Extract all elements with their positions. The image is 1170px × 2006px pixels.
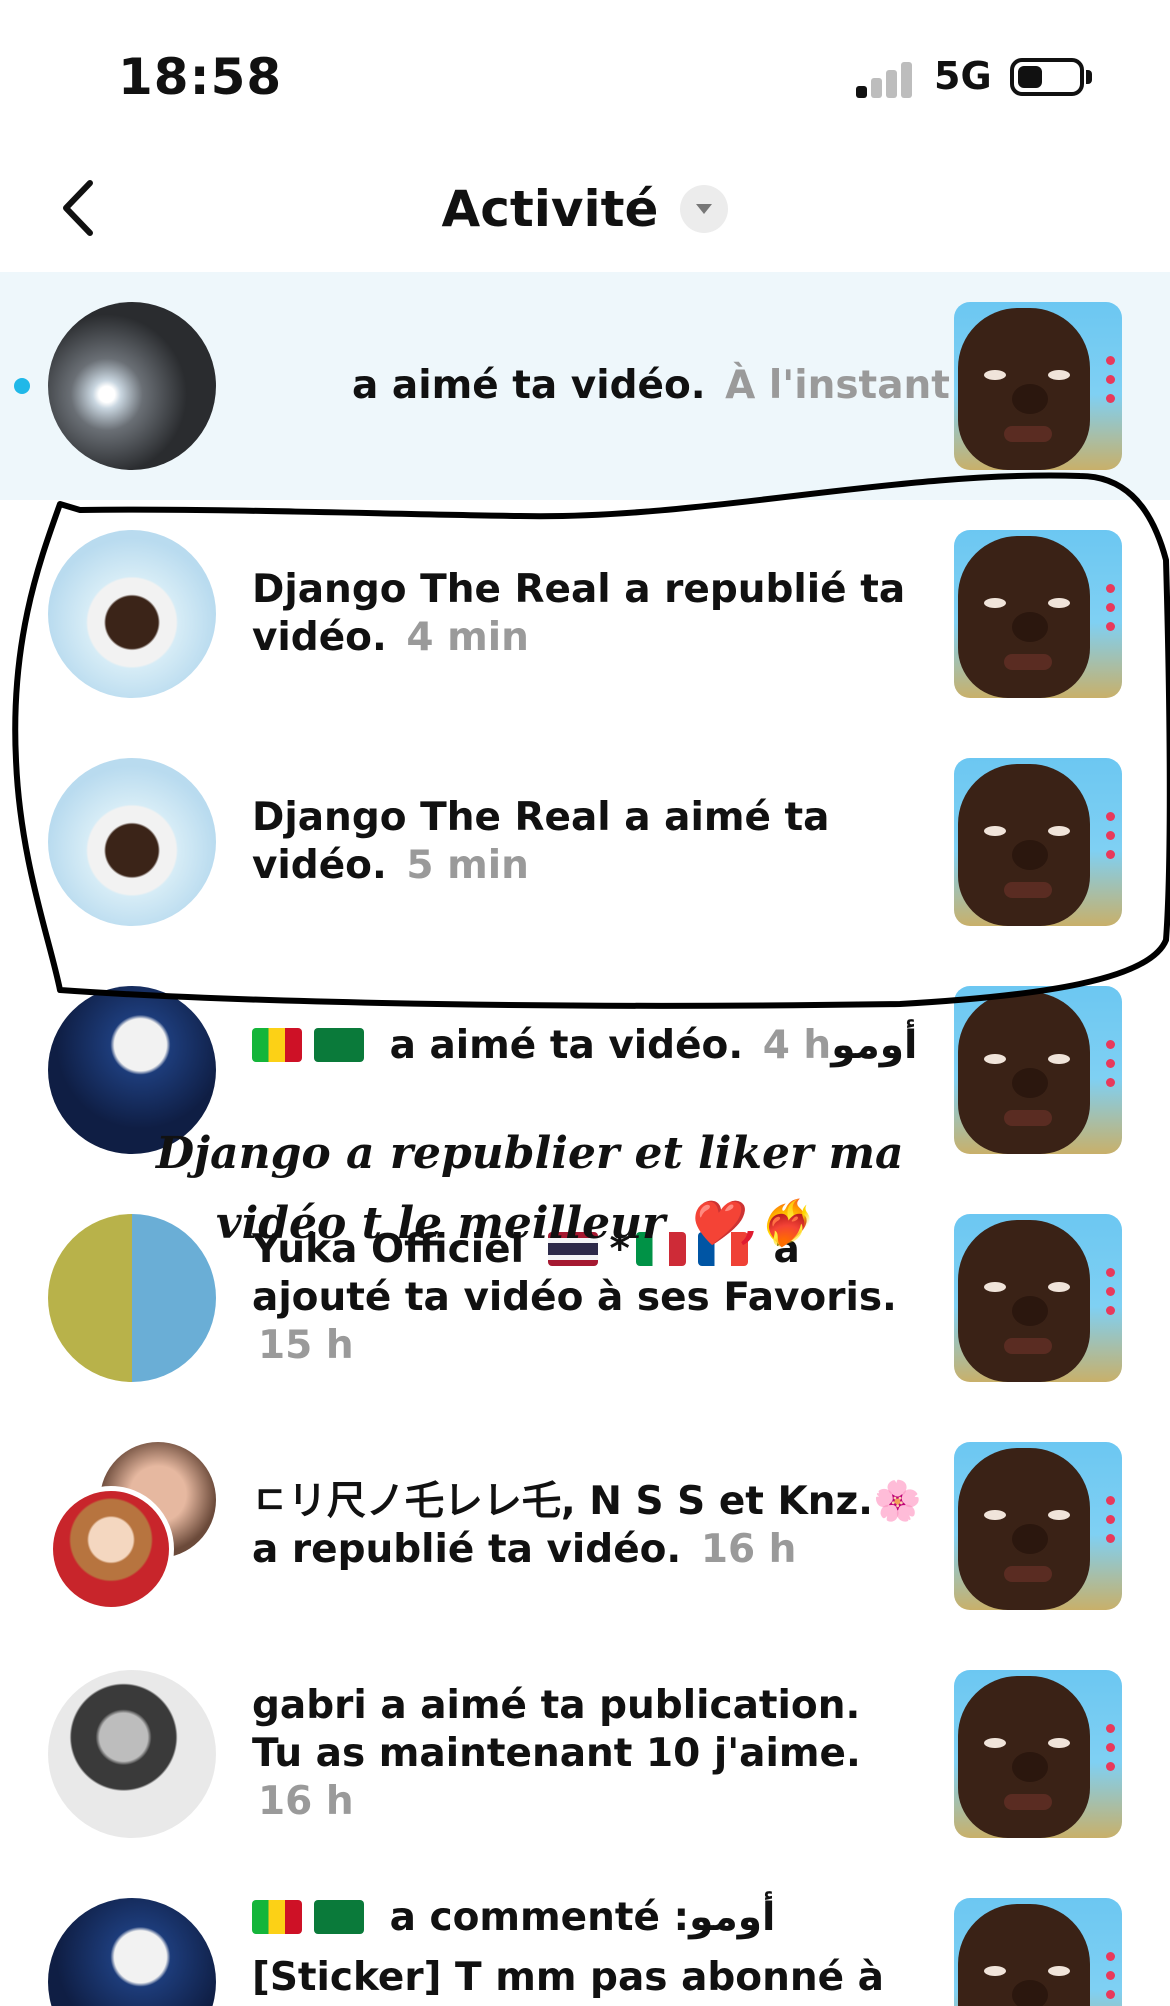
annotation-emoji: ❤️,❤️‍🔥 [686, 1198, 812, 1249]
caret-down-icon [696, 204, 713, 214]
avatar[interactable] [48, 302, 216, 470]
notification-text: ㄷリ尺ノ乇レレ乇, N S S et Knz.🌸 a republié ta v… [252, 1412, 922, 1640]
annotation-text: vidéo t le meilleur [216, 1198, 666, 1249]
list-item[interactable]: Django The Real a republié ta vidéo. 4 m… [0, 500, 1170, 728]
notification-message: gabri a aimé ta publication. Tu as maint… [252, 1683, 861, 1776]
list-item[interactable]: Django The Real a aimé ta vidéo. 5 min [0, 728, 1170, 956]
video-thumbnail[interactable] [954, 530, 1122, 698]
avatar[interactable] [48, 1898, 216, 2006]
video-thumbnail[interactable] [954, 1442, 1122, 1610]
notification-text: Django The Real a aimé ta vidéo. 5 min [252, 728, 922, 956]
saudi-flag-icon [314, 1028, 364, 1062]
video-thumbnail[interactable] [954, 986, 1122, 1154]
notification-text: a aimé ta vidéo. À l'instant [352, 272, 1022, 500]
notification-time: 15 h [258, 1323, 354, 1368]
notification-message: Django The Real a republié ta vidéo. [252, 567, 906, 660]
notification-time: 4 h [762, 1023, 832, 1068]
annotation-line-1: Django a republier et liker ma [156, 1128, 904, 1179]
notification-message: a aimé ta vidéo. [389, 1023, 744, 1068]
avatar [48, 1486, 174, 1612]
video-thumbnail[interactable] [954, 1214, 1122, 1382]
notification-message: a commenté :أومو [389, 1895, 776, 1940]
notification-time: 16 h [700, 1527, 797, 1572]
list-item[interactable]: a aimé ta vidéo. À l'instant [0, 272, 1170, 500]
video-thumbnail[interactable] [954, 302, 1122, 470]
notification-time: À l'instant [725, 363, 950, 408]
notification-text: a commenté :أومو [Sticker] T mm pas abon… [252, 1888, 922, 2006]
video-thumbnail[interactable] [954, 1670, 1122, 1838]
status-bar: 18:58 5G [0, 0, 1170, 150]
notification-message: ㄷリ尺ノ乇レレ乇, N S S et Knz.🌸 a republié ta v… [252, 1479, 922, 1572]
notification-text: gabri a aimé ta publication. Tu as maint… [252, 1640, 922, 1868]
avatar[interactable] [48, 1670, 216, 1838]
avatar[interactable] [48, 530, 216, 698]
page-title: Activité [441, 180, 659, 238]
status-time: 18:58 [118, 48, 283, 106]
list-item[interactable]: ㄷリ尺ノ乇レレ乇, N S S et Knz.🌸 a republié ta v… [0, 1412, 1170, 1640]
notification-time: 16 h [258, 1779, 354, 1824]
notification-time: 5 min [406, 843, 529, 888]
notification-text: Django The Real a republié ta vidéo. 4 m… [252, 500, 922, 728]
annotation-line-2: vidéo t le meilleur ❤️,❤️‍🔥 [216, 1196, 811, 1252]
signal-icon [856, 58, 916, 98]
list-item[interactable]: gabri a aimé ta publication. Tu as maint… [0, 1640, 1170, 1868]
mali-flag-icon [252, 1900, 302, 1934]
avatar[interactable] [48, 1214, 216, 1382]
list-item[interactable]: a commenté :أومو [Sticker] T mm pas abon… [0, 1868, 1170, 2006]
notification-time: 4 min [406, 615, 529, 660]
network-label: 5G [934, 54, 992, 98]
header: Activité [0, 150, 1170, 270]
avatar[interactable] [48, 758, 216, 926]
mali-flag-icon [252, 1028, 302, 1062]
notification-message: a aimé ta vidéo. [352, 363, 706, 408]
saudi-flag-icon [314, 1900, 364, 1934]
video-thumbnail[interactable] [954, 1898, 1122, 2006]
battery-icon [1010, 58, 1084, 96]
unread-indicator [14, 378, 30, 394]
activity-filter-button[interactable] [680, 185, 729, 233]
battery-cap [1086, 70, 1092, 84]
video-thumbnail[interactable] [954, 758, 1122, 926]
avatar-group[interactable] [48, 1442, 218, 1612]
notification-suffix: أومو [831, 1023, 918, 1068]
notification-message: Django The Real a aimé ta vidéo. [252, 795, 830, 888]
notification-comment: [Sticker] T mm pas abonné à lui [252, 1955, 884, 2000]
page-title-group[interactable]: Activité [0, 180, 1170, 238]
